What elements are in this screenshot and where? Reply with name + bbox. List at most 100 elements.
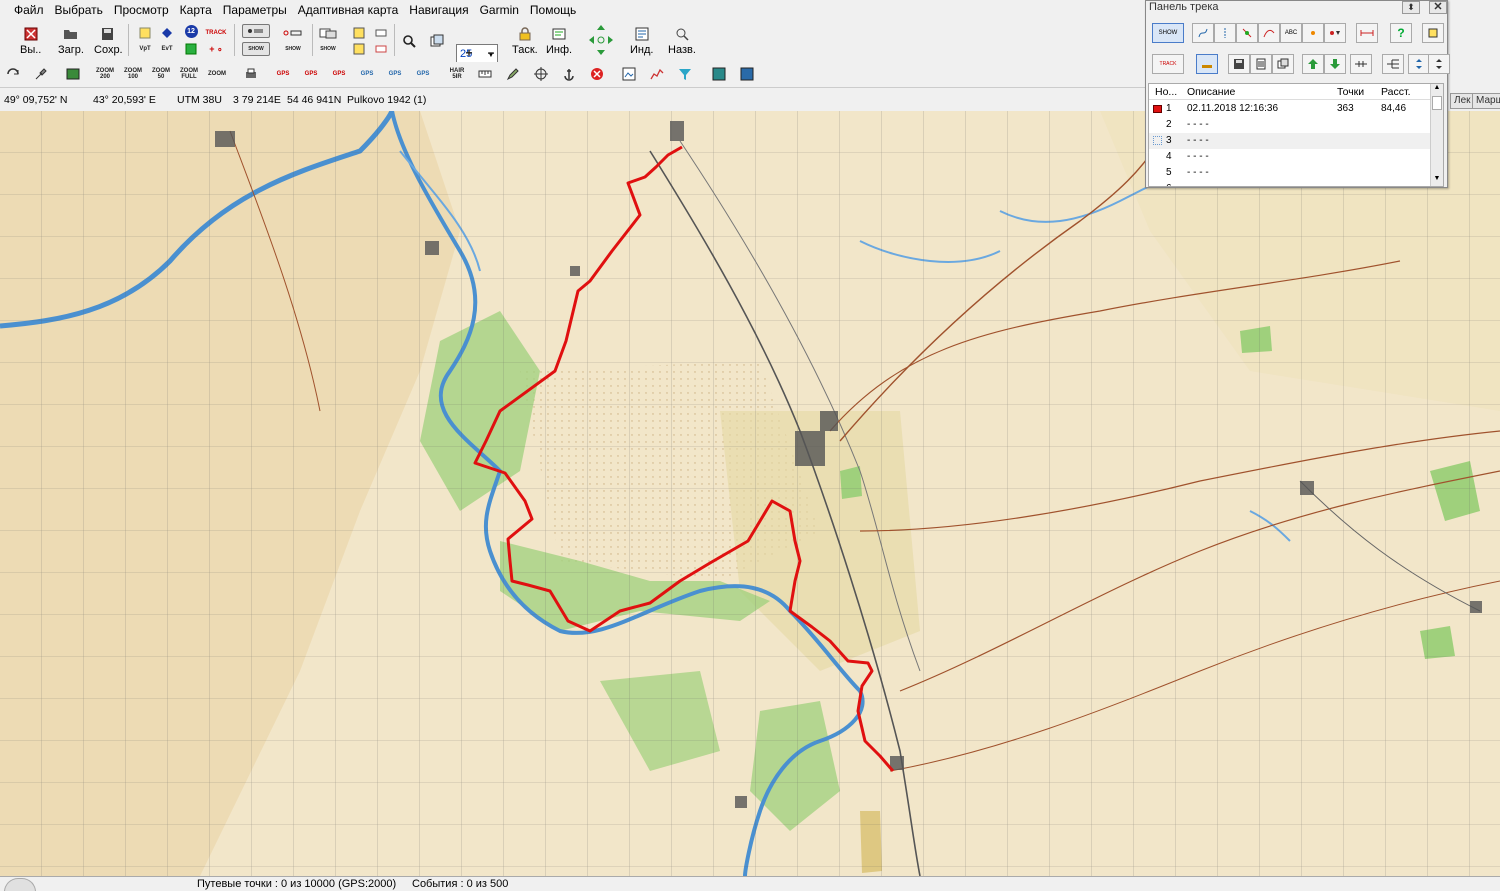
track-color-swatch[interactable]	[1153, 105, 1162, 113]
menu-select[interactable]: Выбрать	[55, 3, 103, 17]
track-point-button[interactable]	[1302, 23, 1324, 43]
menu-help[interactable]: Помощь	[530, 3, 576, 17]
window-button[interactable]	[428, 32, 446, 50]
menu-map[interactable]: Карта	[180, 3, 212, 17]
track-sort-2-button[interactable]	[1428, 54, 1450, 74]
track-label-button[interactable]: ABC	[1280, 23, 1302, 43]
menu-navigation[interactable]: Навигация	[409, 3, 468, 17]
profile-button[interactable]	[648, 65, 666, 83]
track-join-button[interactable]	[1236, 23, 1258, 43]
filter-button[interactable]	[676, 65, 694, 83]
track-move-up-button[interactable]	[1302, 54, 1324, 74]
menu-parameters[interactable]: Параметры	[223, 3, 287, 17]
track-list-scrollbar[interactable]: ▲ ▼	[1430, 84, 1443, 186]
track-network-button[interactable]	[1382, 54, 1404, 74]
scrollbar-thumb[interactable]	[1432, 96, 1442, 110]
gps-button-5[interactable]: GPS	[386, 65, 404, 83]
map-export-button[interactable]	[350, 40, 368, 58]
map-view-button-1[interactable]	[710, 65, 728, 83]
show-layers-button[interactable]: SHOW	[318, 40, 338, 58]
exit-button[interactable]: Вы..	[20, 26, 41, 56]
print-button[interactable]	[242, 65, 260, 83]
zoom-out-button[interactable]: −	[482, 44, 500, 62]
crosshair-button[interactable]	[532, 65, 550, 83]
track-windows-button[interactable]	[1272, 54, 1294, 74]
zoom-in-button[interactable]: +	[460, 44, 478, 62]
load-button[interactable]: Загр.	[58, 26, 84, 56]
tab-legend[interactable]: Лек	[1450, 93, 1475, 109]
map-window-button[interactable]	[64, 65, 82, 83]
show-route-2-button[interactable]: SHOW	[280, 40, 306, 58]
map-view-button-2[interactable]	[738, 65, 756, 83]
route-tool-button[interactable]	[242, 24, 270, 38]
col-description[interactable]: Описание	[1187, 86, 1235, 98]
menu-file[interactable]: Файл	[14, 3, 44, 17]
close-button[interactable]: ✕	[1429, 1, 1447, 14]
track-move-down-button[interactable]	[1324, 54, 1346, 74]
map-canvas[interactable]	[0, 111, 1500, 876]
show-route-button[interactable]: SHOW	[242, 42, 270, 56]
track-baseline-button[interactable]	[1196, 54, 1218, 74]
gps-button-6[interactable]: GPS	[414, 65, 432, 83]
anchor-button[interactable]	[560, 65, 578, 83]
menu-adaptive-map[interactable]: Адаптивная карта	[298, 3, 399, 17]
index-button[interactable]: Инд.	[630, 26, 653, 56]
gps-button-3[interactable]: GPS	[330, 65, 348, 83]
track-save-button[interactable]	[1228, 54, 1250, 74]
zoom-full-button[interactable]: ZOOM FULL	[180, 65, 198, 83]
refresh-button[interactable]	[4, 65, 22, 83]
badge-12-button[interactable]: 12	[182, 22, 200, 40]
track-points-button[interactable]: + ∘	[204, 40, 228, 58]
map-tool-2-button[interactable]	[372, 40, 390, 58]
search-button[interactable]	[400, 32, 418, 50]
name-button[interactable]: Назв.	[668, 26, 696, 56]
table-row[interactable]: 2 - - - -	[1149, 117, 1431, 133]
hair-button[interactable]: HAIR 5IR	[448, 65, 466, 83]
table-row[interactable]: 3 - - - -	[1149, 133, 1431, 149]
table-row[interactable]: 1 02.11.2018 12:16:36 363 84,46	[1149, 101, 1431, 117]
track-dropdown-button[interactable]	[1324, 23, 1346, 43]
track-measure-button[interactable]	[1356, 23, 1378, 43]
menu-view[interactable]: Просмотр	[114, 3, 169, 17]
track-show-button[interactable]: SHOW	[1152, 23, 1184, 43]
track-record-button[interactable]: TRACK	[1152, 54, 1184, 74]
pencil-button[interactable]	[504, 65, 522, 83]
menu-garmin[interactable]: Garmin	[480, 3, 519, 17]
track-curve-button[interactable]	[1192, 23, 1214, 43]
green-square-button[interactable]	[182, 40, 200, 58]
tab-route[interactable]: Марш	[1472, 93, 1500, 109]
tools-button[interactable]	[32, 65, 50, 83]
track-merge-button[interactable]	[1350, 54, 1372, 74]
zoom-custom-button[interactable]: ZOOM	[208, 65, 226, 83]
col-points[interactable]: Точки	[1337, 86, 1364, 98]
zoom-100-button[interactable]: ZOOM 100	[124, 65, 142, 83]
table-row[interactable]: 6	[1149, 181, 1431, 186]
table-row[interactable]: 4 - - - -	[1149, 149, 1431, 165]
gps-button-4[interactable]: GPS	[358, 65, 376, 83]
ruler-button[interactable]	[476, 65, 494, 83]
track-sort-button[interactable]	[1408, 54, 1430, 74]
zoom-50-button[interactable]: ZOOM 50	[152, 65, 170, 83]
panel-dock-button[interactable]: ⬍	[1402, 1, 1420, 14]
track-color-swatch-empty[interactable]	[1153, 136, 1162, 145]
track-help-button[interactable]: ?	[1390, 23, 1412, 43]
scroll-up-icon[interactable]: ▲	[1431, 84, 1443, 95]
gps-button-1[interactable]: GPS	[274, 65, 292, 83]
task-button[interactable]: Таск.	[512, 26, 538, 56]
save-button[interactable]: Сохр.	[94, 26, 123, 56]
gps-button-2[interactable]: GPS	[302, 65, 320, 83]
globe-icon[interactable]	[4, 878, 36, 891]
stop-button[interactable]	[588, 65, 606, 83]
pan-arrows-button[interactable]	[586, 22, 616, 58]
table-row[interactable]: 5 - - - -	[1149, 165, 1431, 181]
col-number[interactable]: Но...	[1155, 86, 1177, 98]
track-list-button[interactable]	[1250, 54, 1272, 74]
info-button[interactable]: Инф.	[546, 26, 572, 56]
image-button[interactable]	[620, 65, 638, 83]
zoom-200-button[interactable]: ZOOM 200	[96, 65, 114, 83]
col-distance[interactable]: Расст.	[1381, 86, 1411, 98]
scroll-down-icon[interactable]: ▼	[1431, 175, 1443, 186]
track-vertical-button[interactable]	[1214, 23, 1236, 43]
track-split-button[interactable]	[1258, 23, 1280, 43]
track-export-button[interactable]	[1422, 23, 1444, 43]
